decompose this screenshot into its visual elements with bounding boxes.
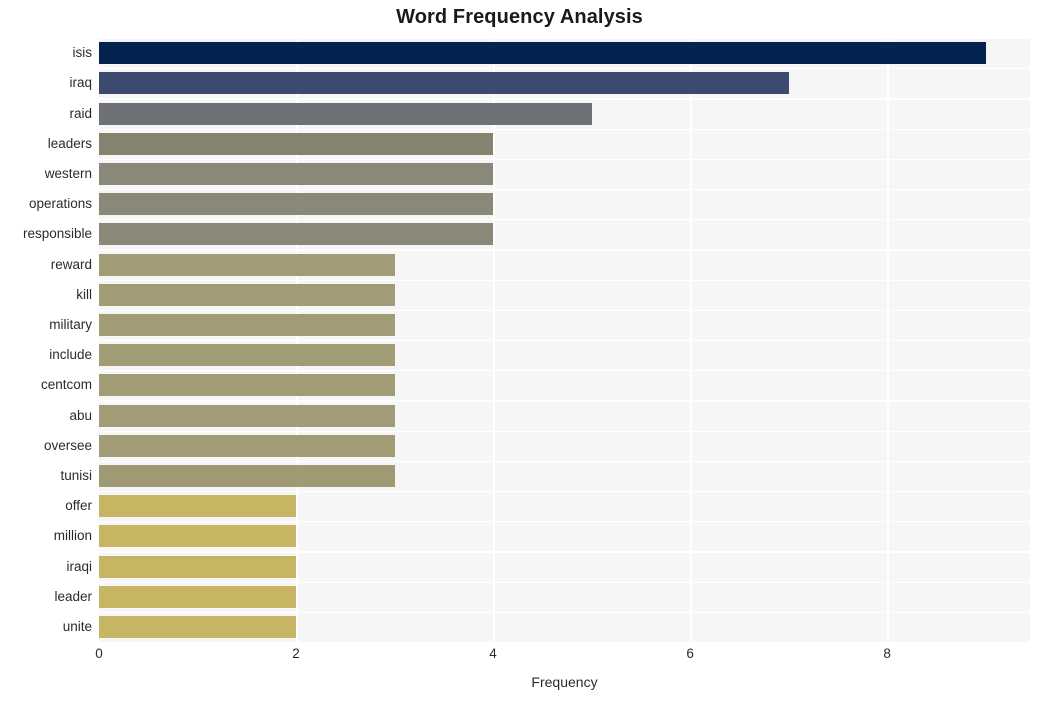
horizontal-gridline bbox=[99, 68, 1030, 70]
y-tick-label-abu: abu bbox=[69, 407, 92, 423]
bar-offer bbox=[99, 495, 297, 518]
y-tick-label-iraq: iraq bbox=[69, 75, 92, 91]
chart-title: Word Frequency Analysis bbox=[396, 6, 643, 28]
bar-million bbox=[99, 525, 297, 548]
horizontal-gridline bbox=[99, 521, 1030, 523]
bar-iraqi bbox=[99, 555, 297, 578]
bar-oversee bbox=[99, 434, 395, 457]
horizontal-gridline bbox=[99, 98, 1030, 100]
horizontal-gridline bbox=[99, 460, 1030, 463]
plot-area bbox=[99, 38, 1030, 642]
horizontal-gridline bbox=[99, 38, 1030, 40]
bar-isis bbox=[99, 42, 986, 65]
horizontal-gridline bbox=[99, 249, 1030, 251]
y-tick-label-military: military bbox=[49, 316, 92, 332]
bar-abu bbox=[99, 404, 395, 427]
bar-military bbox=[99, 313, 395, 336]
y-tick-label-unite: unite bbox=[62, 618, 92, 634]
horizontal-gridline bbox=[99, 279, 1030, 281]
x-tick-label-0: 0 bbox=[95, 646, 103, 661]
bar-kill bbox=[99, 283, 395, 306]
y-tick-label-leader: leader bbox=[54, 588, 92, 604]
y-tick-label-leaders: leaders bbox=[47, 135, 92, 151]
y-tick-label-reward: reward bbox=[50, 256, 92, 272]
x-tick-label-8: 8 bbox=[883, 646, 891, 661]
x-axis-label: Frequency bbox=[531, 674, 598, 690]
horizontal-gridline bbox=[99, 370, 1030, 372]
x-tick-label-2: 2 bbox=[292, 646, 300, 661]
y-tick-label-isis: isis bbox=[72, 45, 93, 61]
y-tick-label-responsible: responsible bbox=[22, 226, 92, 242]
horizontal-gridline bbox=[99, 309, 1030, 312]
x-axis-tick-labels: 0 2 4 6 8 bbox=[95, 646, 1030, 666]
y-tick-label-million: million bbox=[53, 528, 92, 544]
horizontal-gridline bbox=[99, 611, 1030, 614]
horizontal-gridline bbox=[99, 219, 1030, 221]
word-frequency-chart: Word Frequency Analysis isis iraq raid lead… bbox=[0, 0, 1039, 701]
horizontal-gridline bbox=[99, 189, 1030, 191]
horizontal-gridline bbox=[99, 491, 1030, 493]
horizontal-gridline bbox=[99, 340, 1030, 342]
bar-iraq bbox=[99, 72, 789, 95]
horizontal-gridline bbox=[99, 430, 1030, 432]
y-tick-label-include: include bbox=[49, 347, 92, 363]
bar-reward bbox=[99, 253, 395, 276]
horizontal-gridline bbox=[99, 158, 1030, 161]
horizontal-gridline bbox=[99, 551, 1030, 553]
y-tick-label-centcom: centcom bbox=[40, 377, 92, 393]
y-tick-label-operations: operations bbox=[28, 196, 92, 212]
x-tick-label-6: 6 bbox=[686, 646, 694, 661]
y-axis-tick-labels: isis iraq raid leaders western operations resp… bbox=[0, 38, 92, 642]
bar-western bbox=[99, 162, 494, 185]
y-tick-label-iraqi: iraqi bbox=[66, 558, 92, 574]
horizontal-gridline bbox=[99, 128, 1030, 130]
bar-tunisi bbox=[99, 464, 395, 487]
bar-raid bbox=[99, 102, 592, 125]
bar-leader bbox=[99, 585, 297, 608]
bar-centcom bbox=[99, 374, 395, 397]
horizontal-gridline bbox=[99, 400, 1030, 402]
bar-operations bbox=[99, 193, 494, 216]
bar-leaders bbox=[99, 132, 494, 155]
y-tick-label-offer: offer bbox=[65, 498, 92, 514]
y-tick-label-kill: kill bbox=[76, 286, 92, 302]
y-tick-label-raid: raid bbox=[69, 105, 92, 121]
y-tick-label-oversee: oversee bbox=[43, 437, 92, 453]
y-tick-label-western: western bbox=[44, 165, 92, 181]
bar-unite bbox=[99, 615, 297, 638]
x-tick-label-4: 4 bbox=[489, 646, 497, 661]
bar-include bbox=[99, 344, 395, 367]
y-tick-label-tunisi: tunisi bbox=[60, 467, 92, 483]
bar-responsible bbox=[99, 223, 494, 246]
horizontal-gridline bbox=[99, 581, 1030, 583]
